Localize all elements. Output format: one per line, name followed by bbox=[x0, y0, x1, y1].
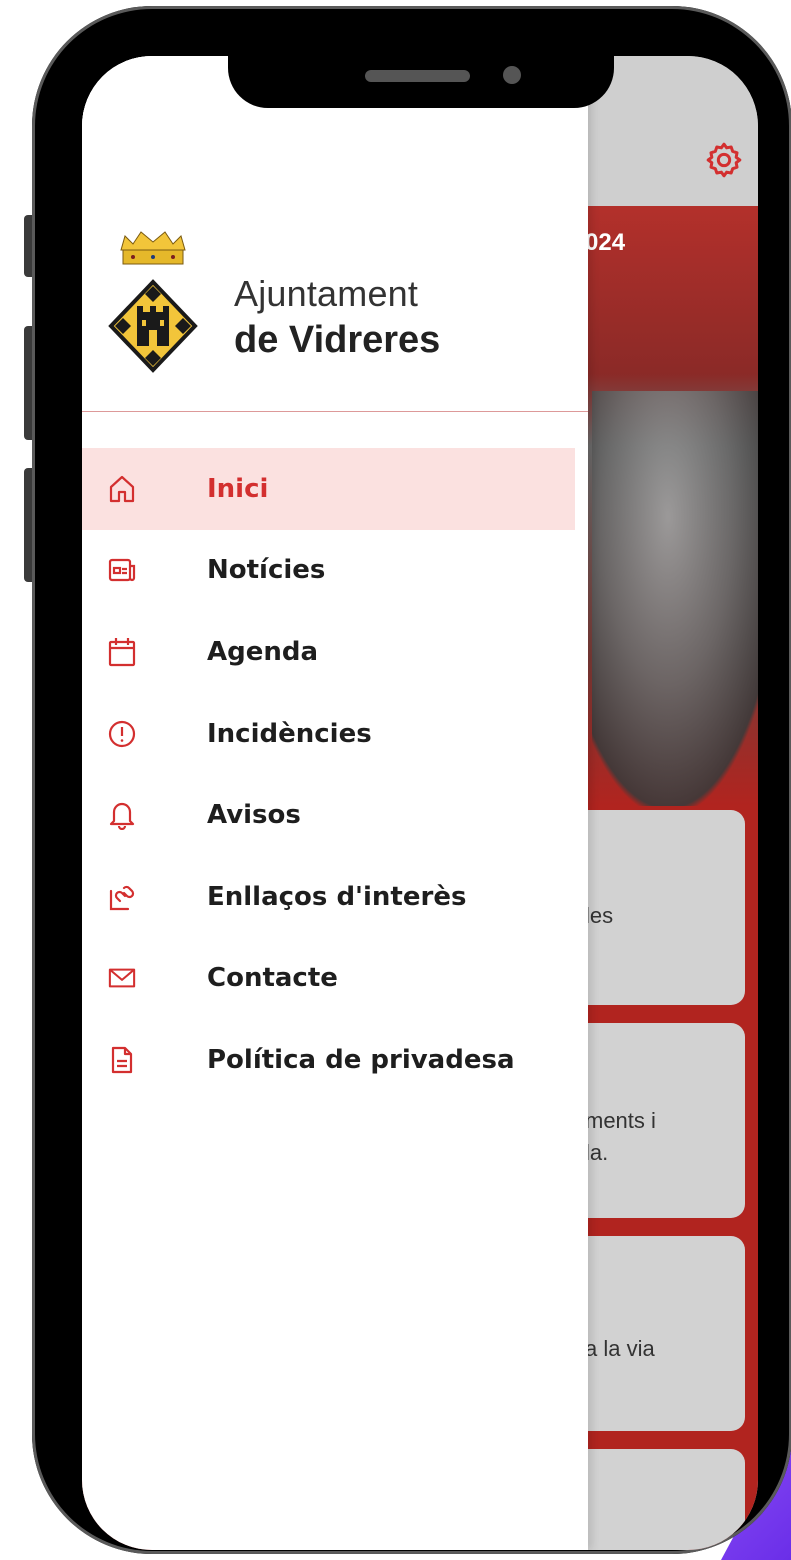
document-icon bbox=[108, 1046, 136, 1074]
front-camera bbox=[503, 66, 521, 84]
menu-label: Inici bbox=[207, 473, 269, 504]
logo-title-line1: Ajuntament bbox=[234, 273, 419, 314]
bell-icon bbox=[108, 801, 136, 831]
menu-item-incidencies[interactable]: Incidències bbox=[82, 693, 588, 775]
speaker-grille bbox=[365, 70, 470, 82]
drawer-header: Ajuntament de Vidreres bbox=[82, 56, 588, 412]
banner-text: 024 bbox=[585, 229, 626, 256]
menu-label: Política de privadesa bbox=[207, 1044, 515, 1075]
menu-item-avisos[interactable]: Avisos bbox=[82, 774, 588, 856]
mail-icon bbox=[108, 964, 136, 992]
menu-label: Enllaços d'interès bbox=[207, 881, 467, 912]
menu-item-noticies[interactable]: Notícies bbox=[82, 530, 588, 612]
menu-label: Incidències bbox=[207, 718, 372, 749]
gear-icon[interactable] bbox=[704, 140, 744, 180]
menu-label: Notícies bbox=[207, 555, 326, 586]
card-text: les bbox=[585, 903, 614, 928]
logo-title-line2: de Vidreres bbox=[234, 319, 441, 361]
menu-item-privadesa[interactable]: Política de privadesa bbox=[82, 1019, 588, 1101]
menu-item-enllacos[interactable]: Enllaços d'interès bbox=[82, 856, 588, 938]
link-icon bbox=[108, 883, 136, 911]
menu-label: Agenda bbox=[207, 636, 319, 667]
card-text: la. bbox=[585, 1140, 609, 1165]
menu-item-inici[interactable]: Inici bbox=[82, 448, 575, 530]
menu-label: Contacte bbox=[207, 963, 338, 994]
card-text: ments i bbox=[585, 1108, 656, 1133]
newspaper-icon bbox=[108, 556, 136, 584]
screen: 024 les ments i la. a la via Ajuntament … bbox=[82, 56, 758, 1550]
banner-figure bbox=[592, 391, 758, 811]
home-icon bbox=[108, 475, 136, 503]
calendar-icon bbox=[108, 637, 136, 667]
menu-item-agenda[interactable]: Agenda bbox=[82, 611, 588, 693]
alert-icon bbox=[108, 720, 136, 748]
drawer-menu: Inici Notícies Agenda Incidències Avisos… bbox=[82, 448, 588, 1101]
menu-label: Avisos bbox=[207, 800, 301, 831]
menu-item-contacte[interactable]: Contacte bbox=[82, 938, 588, 1020]
municipal-crest-logo bbox=[108, 231, 198, 373]
navigation-drawer: Ajuntament de Vidreres Inici Notícies Ag… bbox=[82, 56, 588, 1550]
card-text: a la via bbox=[585, 1336, 655, 1361]
